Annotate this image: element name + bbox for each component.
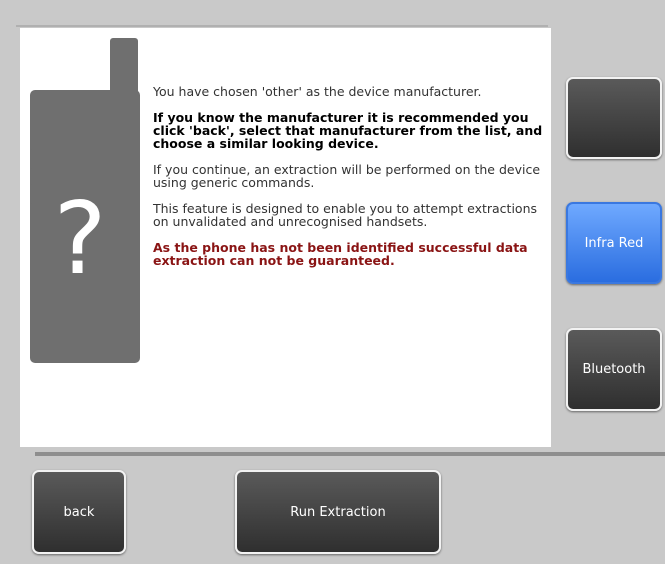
info-line: If you continue, an extraction will be p…: [153, 162, 541, 190]
infra-red-button[interactable]: Infra Red: [566, 202, 662, 284]
bluetooth-button[interactable]: Bluetooth: [566, 328, 662, 411]
warning-text: As the phone has not been identified suc…: [153, 240, 528, 268]
bottom-divider: [35, 452, 665, 456]
info-line: This feature is designed to enable you t…: [153, 201, 538, 229]
back-button[interactable]: back: [32, 470, 126, 554]
top-divider: [16, 25, 548, 27]
connection-button-blank[interactable]: [566, 77, 662, 159]
unknown-phone-icon: ?: [30, 38, 140, 363]
info-line: You have chosen 'other' as the device ma…: [153, 84, 482, 99]
run-extraction-button[interactable]: Run Extraction: [235, 470, 441, 554]
recommendation-text: If you know the manufacturer it is recom…: [153, 110, 543, 151]
message-text: You have chosen 'other' as the device ma…: [153, 85, 545, 280]
message-panel: ? You have chosen 'other' as the device …: [20, 28, 551, 447]
question-mark: ?: [53, 180, 106, 297]
